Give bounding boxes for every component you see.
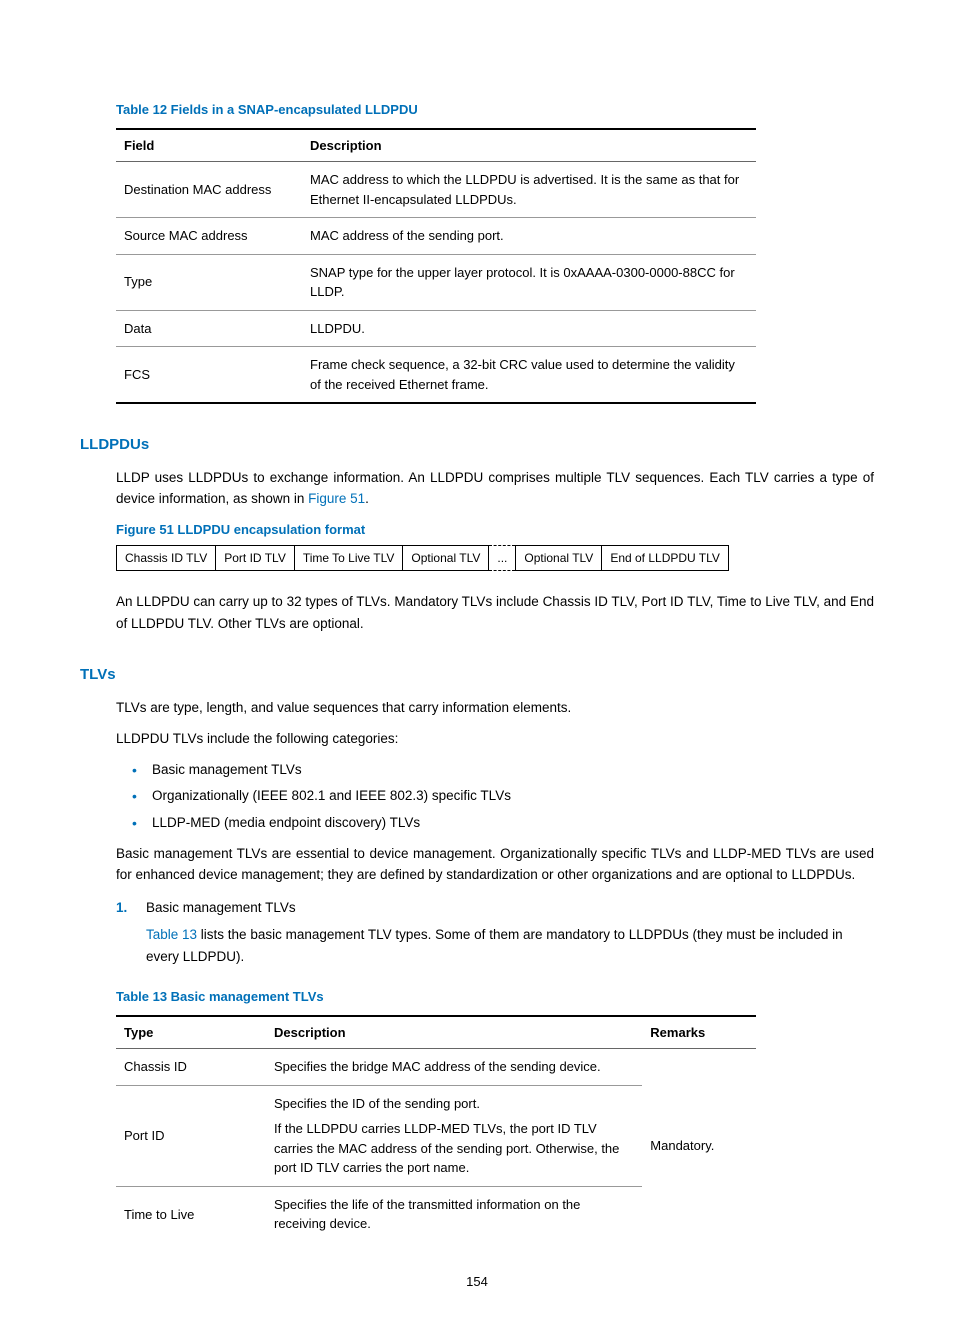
text: . — [365, 491, 369, 506]
table-row: FCS Frame check sequence, a 32-bit CRC v… — [116, 347, 756, 404]
section-heading-lldpdus: LLDPDUs — [80, 434, 874, 457]
table-cell: LLDPDU. — [302, 310, 756, 347]
paragraph: LLDPDU TLVs include the following catego… — [116, 728, 874, 750]
table-cell: Type — [116, 254, 302, 310]
table-cell: Destination MAC address — [116, 162, 302, 218]
table13-header-description: Description — [266, 1016, 642, 1049]
table-cell-remarks: Mandatory. — [642, 1049, 756, 1242]
text: LLDP uses LLDPDUs to exchange informatio… — [116, 470, 874, 507]
table13-header-remarks: Remarks — [642, 1016, 756, 1049]
figure-link[interactable]: Figure 51 — [308, 491, 365, 506]
figure51: Chassis ID TLV Port ID TLV Time To Live … — [116, 545, 874, 571]
list-text: Basic management TLVs — [146, 900, 296, 915]
table-cell: MAC address of the sending port. — [302, 218, 756, 255]
section-heading-tlvs: TLVs — [80, 664, 874, 687]
fig-cell: Port ID TLV — [216, 545, 295, 571]
table13-header-type: Type — [116, 1016, 266, 1049]
text: Specifies the ID of the sending port. — [274, 1094, 634, 1114]
text: If the LLDPDU carries LLDP-MED TLVs, the… — [274, 1119, 634, 1178]
table-cell: Port ID — [116, 1085, 266, 1186]
table-link[interactable]: Table 13 — [146, 927, 197, 942]
table-row: Source MAC address MAC address of the se… — [116, 218, 756, 255]
text: lists the basic management TLV types. So… — [146, 927, 843, 964]
list-item: LLDP-MED (media endpoint discovery) TLVs — [152, 813, 874, 833]
list-item: Organizationally (IEEE 802.1 and IEEE 80… — [152, 786, 874, 806]
fig-ellipsis: ... — [489, 545, 515, 571]
table-cell: MAC address to which the LLDPDU is adver… — [302, 162, 756, 218]
paragraph: LLDP uses LLDPDUs to exchange informatio… — [116, 467, 874, 510]
fig-cell: Chassis ID TLV — [116, 545, 216, 571]
table-row: Destination MAC address MAC address to w… — [116, 162, 756, 218]
figure51-caption: Figure 51 LLDPDU encapsulation format — [116, 520, 874, 540]
list-item: Basic management TLVs — [152, 760, 874, 780]
table-cell: Specifies the bridge MAC address of the … — [266, 1049, 642, 1086]
paragraph: An LLDPDU can carry up to 32 types of TL… — [116, 591, 874, 634]
table-cell: Time to Live — [116, 1186, 266, 1242]
numbered-item: 1.Basic management TLVs — [116, 898, 874, 918]
fig-cell: End of LLDPDU TLV — [602, 545, 729, 571]
fig-cell: Optional TLV — [403, 545, 489, 571]
fig-cell: Optional TLV — [515, 545, 602, 571]
table-cell: FCS — [116, 347, 302, 404]
table-cell: Source MAC address — [116, 218, 302, 255]
table-cell: Chassis ID — [116, 1049, 266, 1086]
numbered-body: Table 13 lists the basic management TLV … — [146, 924, 874, 967]
table-cell: Data — [116, 310, 302, 347]
table-cell: Specifies the life of the transmitted in… — [266, 1186, 642, 1242]
list-number: 1. — [116, 898, 146, 918]
page-number: 154 — [80, 1272, 874, 1292]
paragraph: TLVs are type, length, and value sequenc… — [116, 697, 874, 719]
table-cell: Frame check sequence, a 32-bit CRC value… — [302, 347, 756, 404]
table-cell: Specifies the ID of the sending port. If… — [266, 1085, 642, 1186]
table-row: Type SNAP type for the upper layer proto… — [116, 254, 756, 310]
bullet-list: Basic management TLVs Organizationally (… — [152, 760, 874, 833]
table-row: Data LLDPDU. — [116, 310, 756, 347]
table-cell: SNAP type for the upper layer protocol. … — [302, 254, 756, 310]
table12: Field Description Destination MAC addres… — [116, 128, 756, 405]
table12-caption: Table 12 Fields in a SNAP-encapsulated L… — [116, 100, 874, 120]
table13: Type Description Remarks Chassis ID Spec… — [116, 1015, 756, 1242]
table12-header-description: Description — [302, 129, 756, 162]
table13-caption: Table 13 Basic management TLVs — [116, 987, 874, 1007]
table-row: Chassis ID Specifies the bridge MAC addr… — [116, 1049, 756, 1086]
table12-header-field: Field — [116, 129, 302, 162]
paragraph: Basic management TLVs are essential to d… — [116, 843, 874, 886]
fig-cell: Time To Live TLV — [295, 545, 404, 571]
